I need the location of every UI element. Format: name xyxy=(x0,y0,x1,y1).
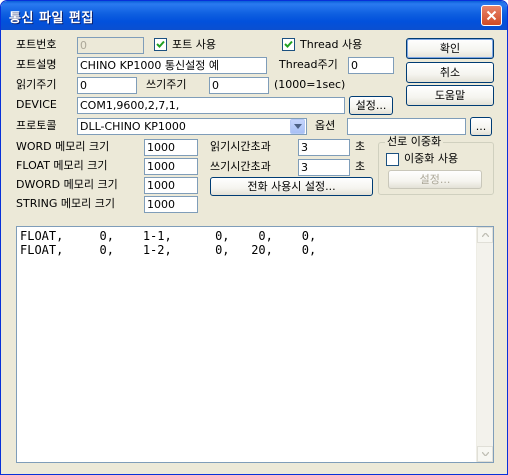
string-memory-field[interactable]: 1000 xyxy=(144,196,198,213)
read-period-field[interactable]: 0 xyxy=(77,77,137,94)
scroll-up-button[interactable] xyxy=(477,227,493,243)
editor-line: FLOAT, 0, 1-1, 0, 0, 0, xyxy=(20,229,317,243)
editor-line: FLOAT, 0, 1-2, 0, 20, 0, xyxy=(20,243,317,257)
read-timeout-field[interactable]: 3 xyxy=(298,139,350,156)
device-field[interactable]: COM1,9600,2,7,1, xyxy=(77,97,345,114)
read-timeout-unit: 초 xyxy=(355,140,366,153)
option-more-button[interactable]: ... xyxy=(470,117,492,136)
float-memory-label: FLOAT 메모리 크기 xyxy=(16,159,108,172)
port-use-label: 포트 사용 xyxy=(172,38,216,51)
string-memory-label: STRING 메모리 크기 xyxy=(16,197,115,210)
chevron-down-icon xyxy=(293,124,302,129)
thread-use-label: Thread 사용 xyxy=(300,38,363,51)
dword-memory-label: DWORD 메모리 크기 xyxy=(16,178,118,191)
protocol-label: 프로토콜 xyxy=(16,119,57,132)
scroll-down-button[interactable] xyxy=(477,446,493,462)
write-period-label: 쓰기주기 xyxy=(146,78,187,91)
checkmark-icon xyxy=(284,40,293,48)
ok-button[interactable]: 확인 xyxy=(406,38,494,59)
dual-setup-button[interactable]: 설정... xyxy=(388,170,482,189)
checkmark-icon xyxy=(156,40,165,48)
write-timeout-field[interactable]: 3 xyxy=(298,159,350,176)
thread-use-checkbox[interactable] xyxy=(282,38,295,51)
write-timeout-label: 쓰기시간초과 xyxy=(210,160,271,173)
read-period-label: 읽기주기 xyxy=(16,78,57,91)
dual-use-label: 이중화 사용 xyxy=(404,152,459,165)
help-button[interactable]: 도움말 xyxy=(406,85,494,106)
port-number-label: 포트번호 xyxy=(16,38,57,51)
float-memory-field[interactable]: 1000 xyxy=(144,158,198,175)
write-timeout-unit: 초 xyxy=(355,160,366,173)
option-field[interactable] xyxy=(347,118,466,135)
write-period-field[interactable]: 0 xyxy=(209,77,269,94)
port-desc-label: 포트설명 xyxy=(16,58,57,71)
protocol-value: DLL-CHINO KP1000 xyxy=(80,120,186,133)
dialog-client: 포트번호 0 포트 사용 Thread 사용 확인 포트설명 CHINO KP1… xyxy=(4,30,504,472)
window-title: 통신 파일 편집 xyxy=(9,11,94,26)
dialog-window: 통신 파일 편집 포트번호 0 포트 사용 Thread 사용 확인 포트설명 … xyxy=(0,0,508,475)
cancel-button[interactable]: 취소 xyxy=(406,62,494,83)
combo-dropdown-button[interactable] xyxy=(290,119,305,134)
scroll-up-icon xyxy=(481,233,489,237)
vertical-scrollbar[interactable] xyxy=(476,227,493,462)
port-number-field[interactable]: 0 xyxy=(77,37,144,54)
port-use-checkbox[interactable] xyxy=(154,38,167,51)
script-editor[interactable]: FLOAT, 0, 1-1, 0, 0, 0, FLOAT, 0, 1-2, 0… xyxy=(16,226,494,463)
close-icon xyxy=(486,10,497,21)
title-bar[interactable]: 통신 파일 편집 xyxy=(1,1,507,30)
device-setup-button[interactable]: 설정... xyxy=(349,96,393,115)
word-memory-label: WORD 메모리 크기 xyxy=(16,140,110,153)
editor-text: FLOAT, 0, 1-1, 0, 0, 0, FLOAT, 0, 1-2, 0… xyxy=(20,229,316,257)
period-unit-label: (1000=1sec) xyxy=(274,78,346,91)
dword-memory-field[interactable]: 1000 xyxy=(144,177,198,194)
scroll-down-icon xyxy=(481,452,489,456)
close-button[interactable] xyxy=(481,5,502,26)
option-label: 옵션 xyxy=(315,119,336,132)
thread-period-label: Thread주기 xyxy=(279,58,338,71)
phone-setup-button[interactable]: 전화 사용시 설정... xyxy=(210,177,373,196)
word-memory-field[interactable]: 1000 xyxy=(144,139,198,156)
thread-period-field[interactable]: 0 xyxy=(348,57,394,74)
dual-use-checkbox[interactable] xyxy=(386,153,399,166)
dual-line-group-title: 선로 이중화 xyxy=(385,135,444,148)
device-label: DEVICE xyxy=(16,98,57,111)
protocol-combo[interactable]: DLL-CHINO KP1000 xyxy=(77,118,307,135)
port-desc-field[interactable]: CHINO KP1000 통신설정 예 xyxy=(77,57,267,74)
read-timeout-label: 읽기시간초과 xyxy=(210,140,271,153)
